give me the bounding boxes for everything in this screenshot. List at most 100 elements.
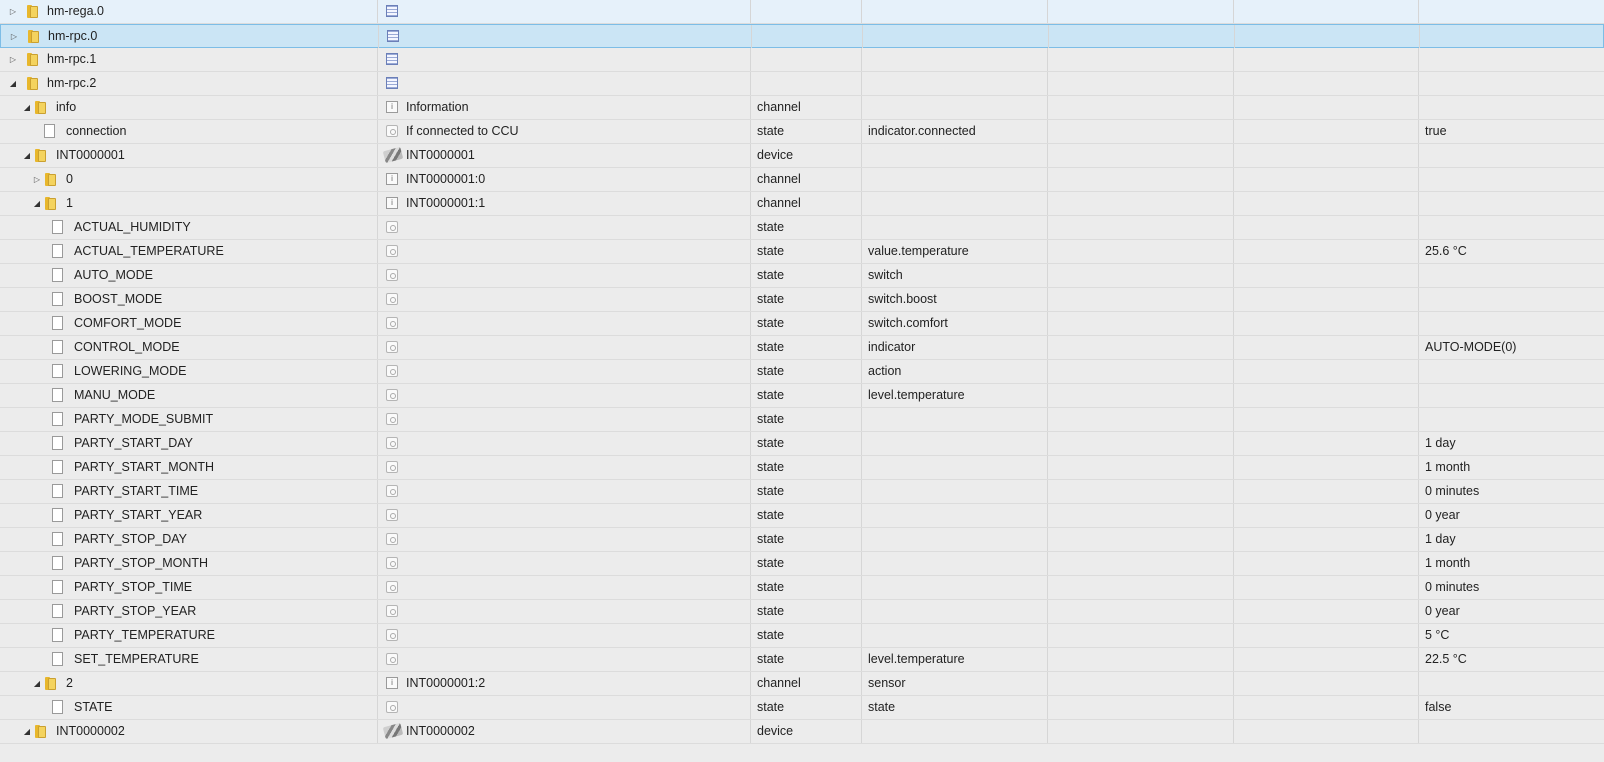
collapse-triangle-icon[interactable]: ◢: [8, 72, 18, 95]
room-cell: [1048, 504, 1234, 527]
function-cell: [1234, 720, 1419, 743]
expand-triangle-icon[interactable]: ▷: [9, 25, 19, 48]
tree-row[interactable]: AUTO_MODE state switch: [0, 264, 1604, 288]
file-icon: [52, 364, 63, 378]
tree-row[interactable]: CONTROL_MODE state indicator AUTO-MODE(0): [0, 336, 1604, 360]
tree-row[interactable]: PARTY_START_YEAR state 0 year: [0, 504, 1604, 528]
adapter-icon: [386, 77, 398, 89]
folder-icon: [32, 725, 48, 738]
object-id: hm-rpc.2: [47, 76, 97, 90]
name-cell: BOOST_MODE: [0, 288, 378, 311]
collapse-triangle-icon[interactable]: ◢: [22, 96, 32, 119]
room-cell: [1048, 552, 1234, 575]
object-type: device: [751, 144, 862, 167]
object-id: INT0000001: [56, 148, 125, 162]
room-cell: [1048, 192, 1234, 215]
room-cell: [1048, 72, 1234, 95]
tree-row[interactable]: ◢ 1 i INT0000001:1 channel: [0, 192, 1604, 216]
file-icon: [52, 388, 63, 402]
tree-row[interactable]: ACTUAL_HUMIDITY state: [0, 216, 1604, 240]
tree-row[interactable]: ACTUAL_TEMPERATURE state value.temperature…: [0, 240, 1604, 264]
name-cell: PARTY_START_MONTH: [0, 456, 378, 479]
function-cell: [1234, 384, 1419, 407]
object-id: MANU_MODE: [74, 388, 156, 402]
function-cell: [1234, 624, 1419, 647]
object-type: state: [751, 624, 862, 647]
function-cell: [1234, 240, 1419, 263]
tree-row[interactable]: ◢ INT0000001 INT0000001 device: [0, 144, 1604, 168]
function-cell: [1234, 96, 1419, 119]
object-id: PARTY_TEMPERATURE: [74, 628, 215, 642]
tree-row[interactable]: PARTY_STOP_TIME state 0 minutes: [0, 576, 1604, 600]
folder-icon: [25, 30, 41, 43]
name-cell: PARTY_START_TIME: [0, 480, 378, 503]
collapse-triangle-icon[interactable]: ◢: [32, 192, 42, 215]
expand-triangle-icon[interactable]: ▷: [8, 48, 18, 71]
tree-row[interactable]: ▷ hm-rpc.0: [0, 24, 1604, 48]
tree-row[interactable]: LOWERING_MODE state action: [0, 360, 1604, 384]
object-value: 0 minutes: [1425, 484, 1480, 498]
room-cell: [1048, 96, 1234, 119]
function-cell: [1234, 336, 1419, 359]
tree-row[interactable]: connection If connected to CCU state indica…: [0, 120, 1604, 144]
collapse-triangle-icon[interactable]: ◢: [32, 672, 42, 695]
object-id: LOWERING_MODE: [74, 364, 187, 378]
tree-row[interactable]: ◢ INT0000002 INT0000002 device: [0, 720, 1604, 744]
function-cell: [1234, 648, 1419, 671]
object-name: INT0000001:1: [406, 196, 486, 210]
tree-row[interactable]: ▷ hm-rpc.1: [0, 48, 1604, 72]
tree-row[interactable]: MANU_MODE state level.temperature: [0, 384, 1604, 408]
name-cell: PARTY_MODE_SUBMIT: [0, 408, 378, 431]
tree-row[interactable]: PARTY_START_TIME state 0 minutes: [0, 480, 1604, 504]
room-cell: [1048, 264, 1234, 287]
tree-row[interactable]: PARTY_STOP_DAY state 1 day: [0, 528, 1604, 552]
collapse-triangle-icon[interactable]: ◢: [22, 720, 32, 743]
object-id: PARTY_STOP_MONTH: [74, 556, 209, 570]
name-cell: ◢ 2: [0, 672, 378, 695]
tree-row[interactable]: PARTY_STOP_MONTH state 1 month: [0, 552, 1604, 576]
function-cell: [1234, 72, 1419, 95]
object-role: [862, 72, 1048, 95]
tree-row[interactable]: BOOST_MODE state switch.boost: [0, 288, 1604, 312]
expand-triangle-icon[interactable]: ▷: [32, 168, 42, 191]
state-icon: [386, 533, 398, 545]
object-id: hm-rega.0: [47, 4, 104, 18]
label-cell: [378, 624, 751, 647]
object-type: state: [751, 312, 862, 335]
tree-row[interactable]: PARTY_START_DAY state 1 day: [0, 432, 1604, 456]
collapse-triangle-icon[interactable]: ◢: [22, 144, 32, 167]
tree-row[interactable]: SET_TEMPERATURE state level.temperature 22.…: [0, 648, 1604, 672]
tree-row[interactable]: ▷ 0 i INT0000001:0 channel: [0, 168, 1604, 192]
tree-row[interactable]: ▷ hm-rega.0: [0, 0, 1604, 24]
object-role: [862, 480, 1048, 503]
tree-row[interactable]: ◢ info i Information channel: [0, 96, 1604, 120]
object-type: state: [751, 528, 862, 551]
tree-row[interactable]: PARTY_MODE_SUBMIT state: [0, 408, 1604, 432]
object-type: state: [751, 552, 862, 575]
label-cell: [378, 360, 751, 383]
tree-row[interactable]: STATE state state false: [0, 696, 1604, 720]
name-cell: SET_TEMPERATURE: [0, 648, 378, 671]
room-cell: [1048, 336, 1234, 359]
state-icon: [386, 389, 398, 401]
name-cell: ◢ info: [0, 96, 378, 119]
expand-triangle-icon[interactable]: ▷: [8, 0, 18, 23]
object-role: value.temperature: [862, 240, 1048, 263]
tree-row[interactable]: COMFORT_MODE state switch.comfort: [0, 312, 1604, 336]
object-type: state: [751, 576, 862, 599]
tree-row[interactable]: ◢ 2 i INT0000001:2 channel sensor: [0, 672, 1604, 696]
object-value: 22.5 °C: [1425, 652, 1467, 666]
tree-row[interactable]: PARTY_TEMPERATURE state 5 °C: [0, 624, 1604, 648]
file-icon: [52, 508, 63, 522]
object-role: sensor: [862, 672, 1048, 695]
label-cell: [378, 456, 751, 479]
room-cell: [1048, 528, 1234, 551]
tree-row[interactable]: ◢ hm-rpc.2: [0, 72, 1604, 96]
object-value: 1 month: [1425, 460, 1471, 474]
object-id: 2: [66, 676, 73, 690]
object-value: [1419, 72, 1604, 95]
tree-row[interactable]: PARTY_STOP_YEAR state 0 year: [0, 600, 1604, 624]
file-icon: [52, 460, 63, 474]
adapter-icon: [386, 5, 398, 17]
tree-row[interactable]: PARTY_START_MONTH state 1 month: [0, 456, 1604, 480]
